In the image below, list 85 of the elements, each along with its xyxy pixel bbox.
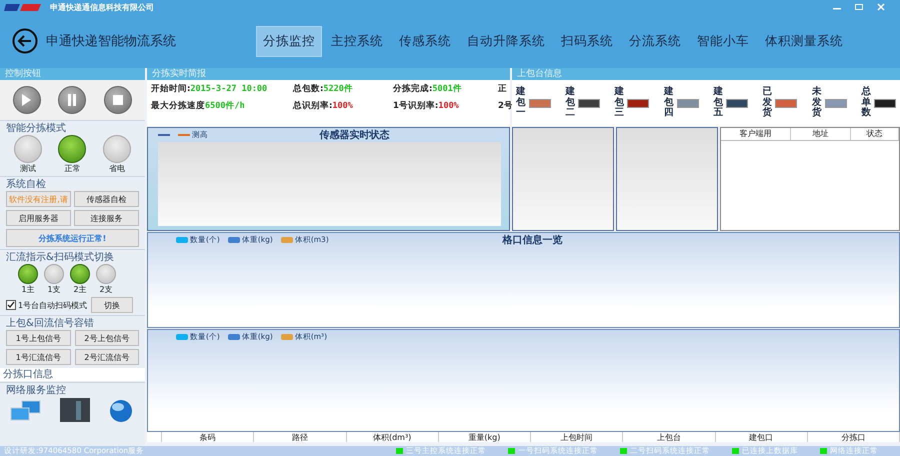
company-name: 申通快递通信息科技有限公司 bbox=[50, 2, 154, 12]
lamp-label: 正常 bbox=[64, 163, 80, 174]
stat-value: 5220件 bbox=[323, 84, 353, 94]
play-icon bbox=[22, 94, 32, 106]
switch-button[interactable]: 切换 bbox=[91, 297, 134, 313]
section-title: 上包&回流信号容错 bbox=[6, 317, 95, 330]
section-title: 汇流指示&扫码模式切换 bbox=[6, 251, 115, 264]
section-header: 上包台信息 bbox=[512, 68, 900, 80]
close-icon bbox=[876, 3, 886, 11]
column-header: 条码 bbox=[162, 432, 254, 442]
check-button[interactable]: 连接服务 bbox=[74, 210, 139, 226]
section-title: 系统自检 bbox=[6, 178, 47, 191]
column-header: 上包时间 bbox=[531, 432, 624, 442]
stat-value: 2015-3-27 10:00 bbox=[190, 84, 268, 94]
logo-icon bbox=[4, 2, 44, 12]
platform-label: 已发货 bbox=[762, 87, 772, 119]
nav-tab[interactable]: 主控系统 bbox=[324, 26, 390, 56]
nav-tab[interactable]: 传感系统 bbox=[392, 26, 458, 56]
check-button[interactable]: 传感器自检 bbox=[74, 191, 139, 207]
column-header: 路径 bbox=[254, 432, 346, 442]
globe-icon bbox=[107, 398, 135, 422]
computers-icon bbox=[10, 400, 42, 422]
column-header: 上包台 bbox=[623, 432, 716, 442]
stat-label: 分拣完成: bbox=[393, 84, 432, 94]
column-header: 分拣口 bbox=[808, 432, 900, 442]
stat-label: 1号识别率: bbox=[393, 101, 438, 111]
chart-title: 格口信息一览 bbox=[502, 234, 562, 247]
app-title: 申通快递智能物流系统 bbox=[46, 33, 177, 50]
pause-icon bbox=[68, 94, 76, 106]
lamp-label: 1支 bbox=[47, 284, 61, 295]
lamp-label: 2主 bbox=[73, 284, 87, 295]
platform-label: 建包五 bbox=[713, 87, 723, 119]
column-header: 客户端用 bbox=[721, 128, 791, 140]
nav-tab[interactable]: 体积测量系统 bbox=[758, 26, 850, 56]
signal-button[interactable]: 1号上包信号 bbox=[6, 330, 70, 346]
lamp-label: 省电 bbox=[108, 163, 125, 174]
section-header: 控制按钮 bbox=[0, 68, 145, 80]
chart-title: 传感器实时状态 bbox=[320, 128, 390, 142]
platform-label: 未发货 bbox=[812, 87, 822, 119]
platform-label: 建包一 bbox=[516, 87, 526, 119]
pause-button[interactable] bbox=[58, 86, 86, 114]
stat-value: 5001件 bbox=[432, 84, 462, 94]
nav-tab[interactable]: 分流系统 bbox=[622, 26, 688, 56]
stat-label: 2号 bbox=[498, 101, 513, 111]
checkbox-label: 1号台自动扫码模式 bbox=[18, 300, 88, 310]
stat-label: 最大分拣速度 bbox=[151, 101, 205, 111]
section-title: 智能分拣模式 bbox=[6, 122, 67, 135]
stat-value: 100% bbox=[332, 101, 353, 111]
stat-label: 开始时间: bbox=[151, 84, 190, 94]
signal-button[interactable]: 2号汇流信号 bbox=[74, 349, 139, 365]
stop-button[interactable] bbox=[104, 86, 132, 114]
section-title: 网络服务监控 bbox=[6, 384, 67, 397]
lamp-label: 2支 bbox=[99, 284, 113, 295]
stat-value: 6500件/h bbox=[205, 101, 245, 111]
platform-label: 建包四 bbox=[664, 87, 674, 119]
status-banner: 分拣系统运行正常! bbox=[6, 229, 139, 247]
section-header: 分拣实时简报 bbox=[147, 68, 510, 80]
platform-label: 总单数 bbox=[861, 87, 871, 119]
signal-button[interactable]: 1号汇流信号 bbox=[6, 349, 70, 365]
column-header: 状态 bbox=[851, 128, 899, 140]
column-header: 建包口 bbox=[716, 432, 808, 442]
column-header: 体积(dm³) bbox=[346, 432, 439, 442]
check-button[interactable]: 启用服务器 bbox=[6, 210, 71, 226]
stat-label: 正 bbox=[498, 84, 507, 94]
signal-button[interactable]: 2号上包信号 bbox=[74, 330, 139, 346]
stat-label: 总识别率: bbox=[293, 101, 332, 111]
column-header: 重量(kg) bbox=[438, 432, 531, 442]
lamp-label: 测试 bbox=[20, 163, 36, 174]
column-header: 地址 bbox=[791, 128, 851, 140]
platform-label: 建包三 bbox=[614, 87, 624, 119]
maximize-icon bbox=[854, 3, 864, 11]
stop-icon bbox=[113, 95, 124, 105]
section-title: 分拣口信息 bbox=[0, 368, 145, 381]
play-button[interactable] bbox=[12, 86, 41, 114]
stat-value: 100% bbox=[438, 101, 459, 111]
nav-tab[interactable]: 智能小车 bbox=[690, 26, 756, 56]
stat-label: 总包数: bbox=[293, 84, 324, 94]
back-button[interactable] bbox=[12, 28, 38, 54]
platform-label: 建包二 bbox=[565, 87, 575, 119]
nav-tab[interactable]: 分拣监控 bbox=[256, 26, 322, 56]
nav-tab[interactable]: 自动升降系统 bbox=[460, 26, 552, 56]
nav-tab[interactable]: 扫码系统 bbox=[554, 26, 620, 56]
server-panel-icon bbox=[60, 398, 90, 422]
lamp-label: 1主 bbox=[21, 284, 35, 295]
checkbox[interactable] bbox=[6, 300, 16, 310]
